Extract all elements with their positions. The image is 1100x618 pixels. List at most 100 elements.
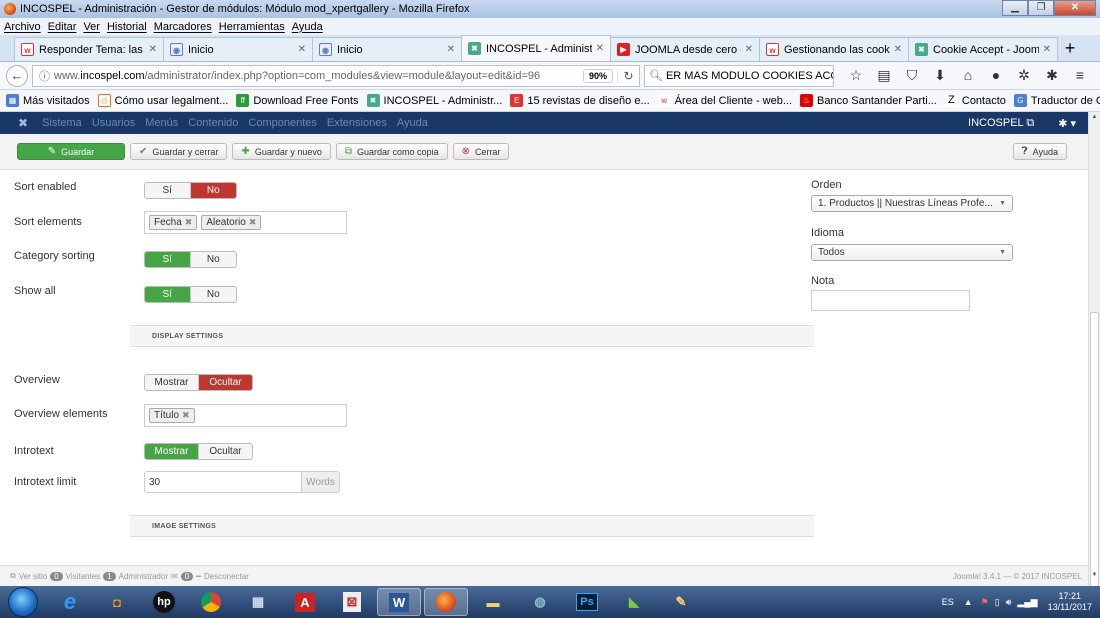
menu-marcadores[interactable]: Marcadores <box>154 21 212 33</box>
calculator-taskbar-icon[interactable]: ▦ <box>236 588 280 616</box>
language-select[interactable]: Todos ▼ <box>811 244 1013 261</box>
note-input[interactable] <box>811 290 970 311</box>
save-close-button[interactable]: ✔ Guardar y cerrar <box>130 143 228 160</box>
language-indicator[interactable]: ES <box>942 597 954 607</box>
remove-tag-icon[interactable]: ✖ <box>249 217 257 227</box>
close-tab-icon[interactable]: ✕ <box>149 44 157 55</box>
menu-ver[interactable]: Ver <box>83 21 100 33</box>
sort-enabled-no[interactable]: No <box>190 183 236 198</box>
joomla-logo-icon[interactable]: ✖ <box>18 116 28 130</box>
scroll-up-icon[interactable]: ▲ <box>1090 114 1099 126</box>
search-input[interactable]: 🔍︎ ER MAS MODULO COOKIES ACCEPT → <box>644 64 834 87</box>
browser-tab-active[interactable]: ✖INCOSPEL - Administrac✕ <box>461 35 611 61</box>
clock[interactable]: 17:21 13/11/2017 <box>1048 591 1092 613</box>
start-button[interactable] <box>8 587 38 617</box>
reload-icon[interactable]: ↻ <box>617 68 639 83</box>
jmenu-componentes[interactable]: Componentes <box>248 117 317 129</box>
introtext-limit-input[interactable]: 30 <box>145 472 301 492</box>
browser-tab[interactable]: wGestionando las cookies✕ <box>759 37 909 61</box>
hp-taskbar-icon[interactable]: hp <box>142 588 186 616</box>
remove-tag-icon[interactable]: ✖ <box>182 410 190 420</box>
firefox-taskbar-icon[interactable] <box>424 588 468 616</box>
home-icon[interactable]: ⌂ <box>954 67 982 84</box>
overview-hide[interactable]: Ocultar <box>199 375 252 390</box>
maximize-button[interactable]: ❐ <box>1028 0 1054 16</box>
menu-historial[interactable]: Historial <box>107 21 147 33</box>
tray-arrow-icon[interactable]: ▲ <box>964 597 973 607</box>
back-button[interactable]: ← <box>6 64 28 87</box>
introtext-show[interactable]: Mostrar <box>145 444 199 459</box>
close-tab-icon[interactable]: ✕ <box>596 43 604 54</box>
save-button[interactable]: ✎ Guardar <box>17 143 125 160</box>
category-sorting-no[interactable]: No <box>191 252 237 267</box>
hamburger-menu-icon[interactable]: ≡ <box>1066 67 1094 84</box>
extension2-icon[interactable]: ✱ <box>1038 67 1066 84</box>
addon-icon[interactable]: ● <box>982 67 1010 84</box>
battery-icon[interactable]: ▯ <box>995 597 1000 608</box>
acrobat-taskbar-icon[interactable]: A <box>283 588 327 616</box>
sort-enabled-yes[interactable]: Sí <box>145 183 191 198</box>
jmenu-extensiones[interactable]: Extensiones <box>327 117 387 129</box>
remove-tag-icon[interactable]: ✖ <box>185 217 193 227</box>
save-copy-button[interactable]: ⧉ Guardar como copia <box>335 143 448 160</box>
show-all-yes[interactable]: Sí <box>145 287 191 302</box>
ie-taskbar-icon[interactable]: e <box>48 588 92 616</box>
browser-tab[interactable]: ◉ Inicio ✕ <box>312 37 462 61</box>
menu-ayuda[interactable]: Ayuda <box>292 21 323 33</box>
overview-elements-input[interactable]: Título ✖ <box>144 404 347 427</box>
bookmark-star-icon[interactable]: ☆ <box>842 67 870 84</box>
bookmark-item[interactable]: ✖ INCOSPEL - Administr... <box>366 94 502 107</box>
view-site-link[interactable]: Ver sitio <box>19 572 47 581</box>
menu-editar[interactable]: Editar <box>48 21 77 33</box>
close-button[interactable]: ⊗ Cerrar <box>452 143 510 160</box>
bookmark-item[interactable]: GTraductor de Google <box>1013 94 1100 107</box>
close-window-button[interactable]: ✕ <box>1054 0 1096 16</box>
close-tab-icon[interactable]: ✕ <box>298 44 306 55</box>
explorer-taskbar-icon[interactable]: ▬ <box>471 588 515 616</box>
bookmark-item[interactable]: ff Download Free Fonts <box>236 94 359 107</box>
bookmark-item[interactable]: Z Contacto <box>944 94 1006 107</box>
menu-herramientas[interactable]: Herramientas <box>219 21 285 33</box>
page-scrollbar[interactable]: ▲ ▼ <box>1088 112 1100 592</box>
pocket-icon[interactable]: ⛉ <box>898 67 926 84</box>
extension-icon[interactable]: ✲ <box>1010 67 1038 84</box>
category-sorting-yes[interactable]: Sí <box>145 252 191 267</box>
help-button[interactable]: ❓︎ Ayuda <box>1012 143 1067 160</box>
save-new-button[interactable]: ✚ Guardar y nuevo <box>232 143 331 160</box>
sort-elements-input[interactable]: Fecha ✖ Aleatorio ✖ <box>144 211 347 234</box>
bookmark-item[interactable]: ♨ Banco Santander Parti... <box>800 94 937 107</box>
new-tab-button[interactable]: + <box>1057 37 1083 61</box>
jmenu-sistema[interactable]: Sistema <box>42 117 82 129</box>
signal-icon[interactable]: ▂▄▆ <box>1017 597 1037 608</box>
volume-icon[interactable]: 🔊︎ <box>1006 597 1012 608</box>
menu-archivo[interactable]: Archivo <box>4 21 41 33</box>
info-icon[interactable]: ⓘ <box>39 68 50 84</box>
close-tab-icon[interactable]: ✕ <box>894 44 902 55</box>
jmenu-usuarios[interactable]: Usuarios <box>92 117 135 129</box>
app-taskbar-icon[interactable]: ⊠ <box>330 588 374 616</box>
minimize-button[interactable]: ▁ <box>1002 0 1028 16</box>
network-taskbar-icon[interactable]: ◍ <box>518 588 562 616</box>
zoom-indicator[interactable]: 90% <box>582 68 613 83</box>
chrome-taskbar-icon[interactable] <box>189 588 233 616</box>
close-tab-icon[interactable]: ✕ <box>447 44 455 55</box>
download-icon[interactable]: ⬇ <box>926 67 954 84</box>
browser-tab[interactable]: ▶JOOMLA desde cero - Tr✕ <box>610 37 760 61</box>
gear-icon[interactable]: ✱ ▾ <box>1058 117 1076 130</box>
jmenu-ayuda[interactable]: Ayuda <box>397 117 428 129</box>
bookmark-item[interactable]: ▦ Más visitados <box>6 94 90 107</box>
jmenu-contenido[interactable]: Contenido <box>188 117 238 129</box>
url-bar[interactable]: ⓘ www. incospel.com/administrator/index.p… <box>32 64 640 87</box>
jmenu-menus[interactable]: Menús <box>145 117 178 129</box>
paint-taskbar-icon[interactable]: ✎ <box>659 588 703 616</box>
word-taskbar-icon[interactable]: W <box>377 588 421 616</box>
site-link[interactable]: INCOSPEL ⧉ <box>968 117 1034 130</box>
overview-show[interactable]: Mostrar <box>145 375 199 390</box>
browser-tab[interactable]: wResponder Tema: las im✕ <box>14 37 164 61</box>
app2-taskbar-icon[interactable]: ◣ <box>612 588 656 616</box>
scroll-down-icon[interactable]: ▼ <box>1090 572 1099 584</box>
logout-link[interactable]: Desconectar <box>204 572 249 581</box>
introtext-hide[interactable]: Ocultar <box>199 444 252 459</box>
bookmark-item[interactable]: w Área del Cliente - web... <box>657 94 792 107</box>
close-tab-icon[interactable]: ✕ <box>745 44 753 55</box>
